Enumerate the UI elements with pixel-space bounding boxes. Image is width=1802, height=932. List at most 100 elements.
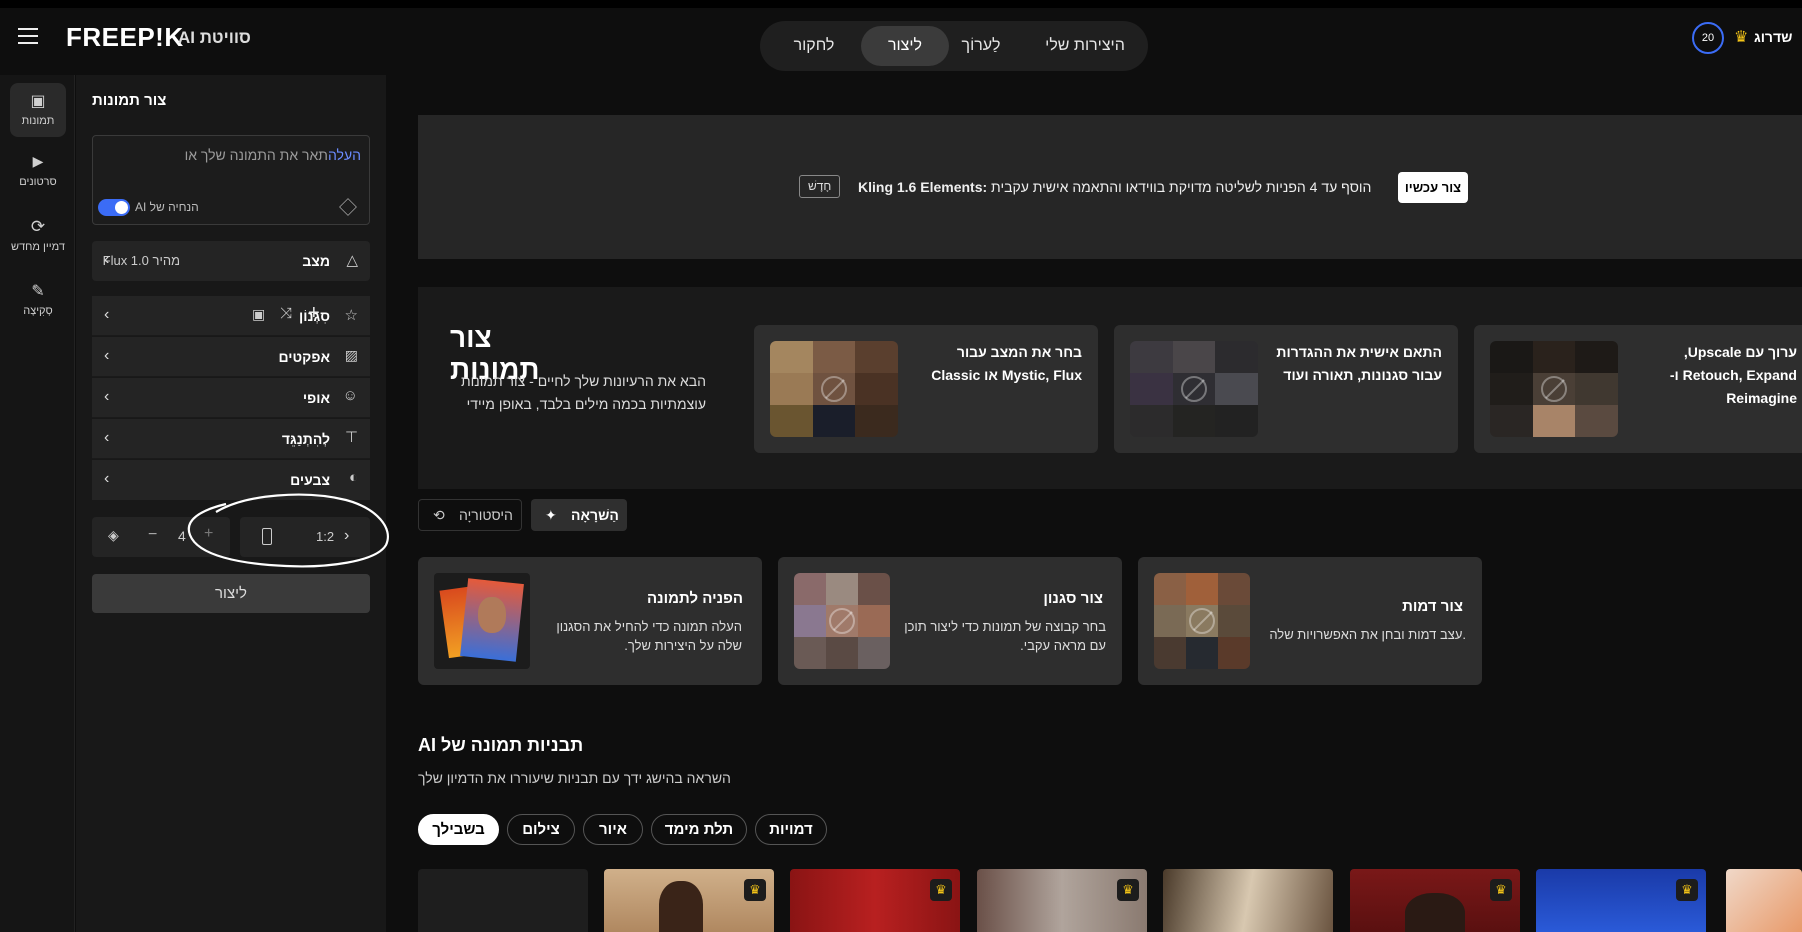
- chevron-right-icon: ›: [104, 470, 110, 487]
- top-bar: FREEP!K סוויטת AI היצירות שלי לַערוֹך לי…: [0, 0, 1802, 75]
- template-thumb[interactable]: ♛: [1536, 869, 1706, 932]
- character-label: אופי: [302, 390, 330, 406]
- nav-edit[interactable]: לַערוֹך: [937, 26, 1025, 66]
- composition-row[interactable]: ⊤ לְהִתְנַגֵּד ›: [92, 419, 370, 459]
- tag-3d[interactable]: תלת מימד: [651, 814, 747, 845]
- feature-desc-line: עם מראה עקבי.: [1020, 638, 1106, 653]
- chevron-right-icon: ›: [104, 347, 110, 364]
- prompt-text: תאר את התמונה שלך או: [184, 147, 328, 163]
- feature-title: צור סגנון: [1043, 590, 1103, 607]
- rail-item-images[interactable]: ▣ תמונות: [10, 83, 66, 137]
- feature-card-create-style[interactable]: צור סגנון בחר קבוצה של תמונות כדי ליצור …: [778, 557, 1122, 685]
- main-nav: היצירות שלי לַערוֹך ליצור לחקור: [760, 21, 1148, 71]
- effects-row[interactable]: ▨ אפקטים ›: [92, 337, 370, 377]
- hero-desc-line: הבא את הרעיונות שלך לחיים - צור תמונות: [460, 373, 706, 389]
- tab-history[interactable]: ⟲ היסטוריָה: [418, 499, 522, 531]
- shirt-icon: ⊤: [344, 429, 358, 446]
- placeholder-ban-icon: [1181, 376, 1207, 402]
- template-thumb[interactable]: ♛: [1350, 869, 1520, 932]
- nav-create[interactable]: ליצור: [861, 26, 949, 66]
- prompt-box[interactable]: העלהתאר את התמונה שלך או הנחיה של AI: [92, 135, 370, 225]
- style-library-icon[interactable]: ▣: [252, 306, 265, 323]
- rail-label: סרטונים: [19, 176, 57, 188]
- template-thumb[interactable]: [1163, 869, 1333, 932]
- feature-desc-line: שלה על היצירות שלך.: [624, 638, 742, 653]
- template-thumb[interactable]: [1726, 869, 1802, 932]
- hero-card-settings[interactable]: התאם אישית את ההגדרות עבור סגנונות, תאור…: [1114, 325, 1458, 453]
- rail-item-sketch[interactable]: ✎ סְקִיצָה: [10, 281, 66, 335]
- composition-label: לְהִתְנַגֵּד: [281, 431, 330, 447]
- generate-button[interactable]: ליצור: [92, 574, 370, 613]
- tag-characters[interactable]: דמויות: [755, 814, 827, 845]
- placeholder-ban-icon: [1189, 608, 1215, 634]
- cube-icon[interactable]: [339, 198, 357, 216]
- template-thumb[interactable]: [418, 869, 588, 932]
- mode-selector[interactable]: △ מצב מהיר Flux 1.0 ›: [92, 241, 370, 281]
- rail-label: תמונות: [21, 115, 55, 127]
- brand-logo[interactable]: FREEP!K: [66, 22, 184, 53]
- template-thumb[interactable]: ♛: [604, 869, 774, 932]
- character-row[interactable]: ☺ אופי ›: [92, 378, 370, 418]
- hero-card-mode[interactable]: בחר את המצב עבור Mystic, Flux או Classic: [754, 325, 1098, 453]
- feature-title: צור דמות: [1402, 598, 1463, 615]
- ai-guide-label: הנחיה של AI: [135, 200, 199, 214]
- history-icon: ⟲: [433, 507, 445, 523]
- tab-inspiration[interactable]: ✦ הַשׁרָאָה: [531, 499, 627, 531]
- tab-label: היסטוריָה: [459, 507, 513, 523]
- upload-link[interactable]: העלה: [328, 147, 361, 163]
- template-thumb[interactable]: ♛: [790, 869, 960, 932]
- credits-badge[interactable]: 20: [1692, 22, 1724, 54]
- card-text: התאם אישית את ההגדרות עבור סגנונות, תאור…: [1272, 341, 1442, 387]
- credits-count: 20: [1701, 32, 1715, 44]
- shuffle-icon[interactable]: ⤨: [280, 305, 292, 322]
- layers-icon: ◈: [108, 527, 119, 543]
- mode-icon: △: [346, 252, 358, 269]
- banner-title: Kling 1.6 Elements:: [858, 179, 988, 195]
- banner-text: הוסף עד 4 הפניות לשליטה מדויקת בווידאו ו…: [991, 179, 1372, 195]
- crown-icon: ♛: [744, 879, 766, 901]
- hero-card-edit[interactable]: ערוך עם Upscale, Retouch, Expand ו- Reim…: [1474, 325, 1802, 453]
- crown-icon: ♛: [1734, 29, 1749, 46]
- card-line: בחר את המצב עבור: [956, 344, 1082, 360]
- left-rail: ▣ תמונות ▶ סרטונים ⟳ דמיין מחדש ✎ סְקִיצ…: [0, 75, 75, 932]
- rail-item-reimagine[interactable]: ⟳ דמיין מחדש: [10, 217, 66, 271]
- image-count: 4: [178, 528, 186, 544]
- feature-card-create-character[interactable]: צור דמות .עצב דמות ובחן את האפשרויות שלה: [1138, 557, 1482, 685]
- mode-value: מהיר Flux 1.0: [102, 253, 180, 268]
- upgrade-link[interactable]: שדרוג: [1754, 29, 1792, 45]
- templates-title: תבניות תמונה של AI: [418, 735, 584, 755]
- add-icon[interactable]: +: [308, 302, 320, 325]
- nav-explore[interactable]: לחקור: [770, 26, 858, 66]
- palette-icon: ◐: [348, 469, 358, 486]
- nav-my-creations[interactable]: היצירות שלי: [1030, 26, 1140, 66]
- suite-label: סוויטת AI: [178, 28, 251, 47]
- tag-illustration[interactable]: איור: [583, 814, 643, 845]
- hamburger-menu-icon[interactable]: [18, 28, 38, 44]
- banner-headline: Kling 1.6 Elements: הוסף עד 4 הפניות לשל…: [858, 179, 1371, 195]
- style-row[interactable]: ☆ סִגְנוֹן ▣ ⤨ + ›: [92, 296, 370, 336]
- chevron-right-icon: ›: [104, 306, 110, 323]
- chevron-right-icon: ›: [104, 429, 110, 446]
- decrement-button[interactable]: −: [148, 526, 157, 544]
- image-icon: ▣: [30, 93, 46, 110]
- placeholder-ban-icon: [829, 608, 855, 634]
- feature-desc: .עצב דמות ובחן את האפשרויות שלה: [1266, 625, 1466, 644]
- crown-icon: ♛: [930, 879, 952, 901]
- sparkles-icon: ✦: [545, 507, 557, 523]
- feature-desc-line: בחר קבוצה של תמונות כדי ליצור תוכן: [904, 619, 1106, 634]
- create-now-button[interactable]: צור עכשיו: [1398, 172, 1468, 203]
- tag-photography[interactable]: צילום: [507, 814, 575, 845]
- hand-drawn-circle-annotation: [187, 493, 389, 568]
- feature-desc: העלה תמונה כדי להחיל את הסגנון שלה על הי…: [546, 617, 742, 655]
- rail-item-videos[interactable]: ▶ סרטונים: [10, 153, 66, 207]
- rail-label: דמיין מחדש: [11, 241, 65, 253]
- tag-for-you[interactable]: בשבילך: [418, 814, 499, 845]
- placeholder-ban-icon: [1541, 376, 1567, 402]
- prompt-placeholder[interactable]: העלהתאר את התמונה שלך או: [185, 147, 361, 163]
- feature-card-image-reference[interactable]: הפניה לתמונה העלה תמונה כדי להחיל את הסג…: [418, 557, 762, 685]
- hero-desc-line: עוצמתיות בכמה מילים בלבד, באופן מיידי: [466, 396, 706, 412]
- template-thumb[interactable]: ♛: [977, 869, 1147, 932]
- ai-guide-toggle[interactable]: [98, 199, 130, 216]
- person-icon: ☺: [342, 387, 358, 404]
- card-line: ערוך עם Upscale,: [1683, 344, 1797, 360]
